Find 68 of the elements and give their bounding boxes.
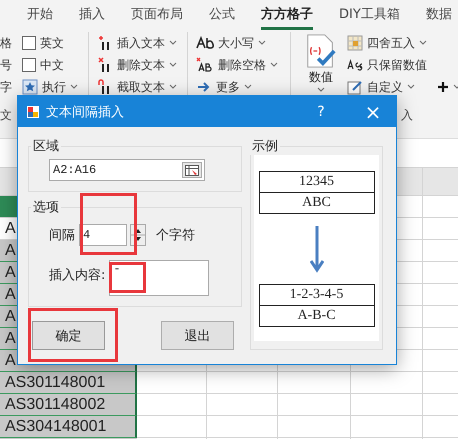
- table-cell: [207, 372, 278, 394]
- example-text: A-B-C: [260, 305, 374, 326]
- close-button[interactable]: ×: [350, 96, 396, 127]
- plus-icon: [437, 81, 449, 93]
- checkbox-label: 英文: [40, 34, 64, 52]
- checkbox-label: 中文: [40, 56, 64, 74]
- ribbon-command[interactable]: 执行: [22, 76, 78, 98]
- highlight-frame: [80, 193, 137, 255]
- checkbox[interactable]: [22, 36, 36, 50]
- table-cell: [351, 372, 423, 394]
- ribbon-tab[interactable]: 数据: [426, 0, 452, 30]
- number-format-icon: [347, 57, 363, 73]
- ribbon-command[interactable]: 删除文本: [97, 54, 177, 76]
- ok-button[interactable]: 确定: [32, 321, 105, 350]
- remove-space-icon: [196, 57, 214, 73]
- group-title: 选项: [32, 199, 60, 216]
- highlight-frame: [109, 262, 146, 293]
- checkbox[interactable]: [22, 58, 36, 72]
- ribbon-command[interactable]: 删除空格: [196, 54, 278, 76]
- ribbon-tab[interactable]: 开始: [27, 0, 53, 30]
- window-title: 文本间隔插入: [46, 104, 125, 120]
- ribbon-command[interactable]: 只保留数值: [347, 54, 427, 76]
- group-title: 示例: [251, 138, 279, 155]
- ribbon-command[interactable]: 自定义: [347, 76, 427, 98]
- ribbon-command[interactable]: 大小写: [196, 32, 278, 54]
- unit-label: 个字符: [156, 227, 195, 244]
- ribbon-command[interactable]: 插入文本: [97, 32, 177, 54]
- table-cell: [137, 394, 207, 416]
- edit-icon: [347, 79, 363, 95]
- ribbon-tab[interactable]: 公式: [209, 0, 235, 30]
- letter-case-icon: [196, 35, 214, 51]
- ribbon-tab[interactable]: DIY工具箱: [339, 0, 400, 30]
- example-text: 1-2-3-4-5: [288, 286, 344, 304]
- exit-button[interactable]: 退出: [161, 321, 234, 350]
- ribbon-command[interactable]: 数值: [305, 32, 337, 93]
- document-check-icon: [305, 34, 337, 68]
- ribbon-label: 字: [0, 78, 12, 96]
- ribbon-command[interactable]: 更多: [196, 76, 278, 98]
- field-label: 插入内容:: [49, 267, 106, 284]
- range-picker-button[interactable]: [182, 162, 202, 178]
- table-cell: [351, 394, 423, 416]
- group-label: 入: [401, 108, 413, 122]
- ribbon-tab[interactable]: 插入: [79, 0, 105, 30]
- example-text: 12345: [298, 173, 335, 191]
- table-cell: [207, 416, 278, 438]
- ribbon-label: 格: [0, 34, 12, 52]
- group-label: 文: [0, 108, 12, 122]
- ribbon-command[interactable]: 截取文本: [97, 76, 177, 98]
- ribbon-command[interactable]: 四舍五入: [347, 32, 427, 54]
- help-button[interactable]: ?: [298, 96, 344, 127]
- grid-icon: [347, 35, 363, 51]
- table-cell: AS301148002: [0, 394, 137, 416]
- group-title: 区域: [32, 138, 60, 155]
- select-range-icon: [185, 164, 199, 176]
- table-cell: [137, 416, 207, 438]
- app-icon: [26, 104, 40, 118]
- table-cell: [137, 372, 207, 394]
- ribbon-tab[interactable]: 页面布局: [131, 0, 183, 30]
- ribbon-label: 号: [0, 56, 12, 74]
- table-cell: [207, 394, 278, 416]
- interval-field[interactable]: 4: [79, 224, 127, 246]
- table-cell: AS304148001: [0, 416, 137, 438]
- range-field[interactable]: A2:A16: [49, 159, 205, 181]
- table-cell: AS301148001: [0, 372, 137, 394]
- example-text: ABC: [260, 192, 374, 213]
- table-cell: [351, 416, 423, 438]
- content-field[interactable]: -: [109, 260, 210, 296]
- down-arrow-icon: [310, 226, 324, 274]
